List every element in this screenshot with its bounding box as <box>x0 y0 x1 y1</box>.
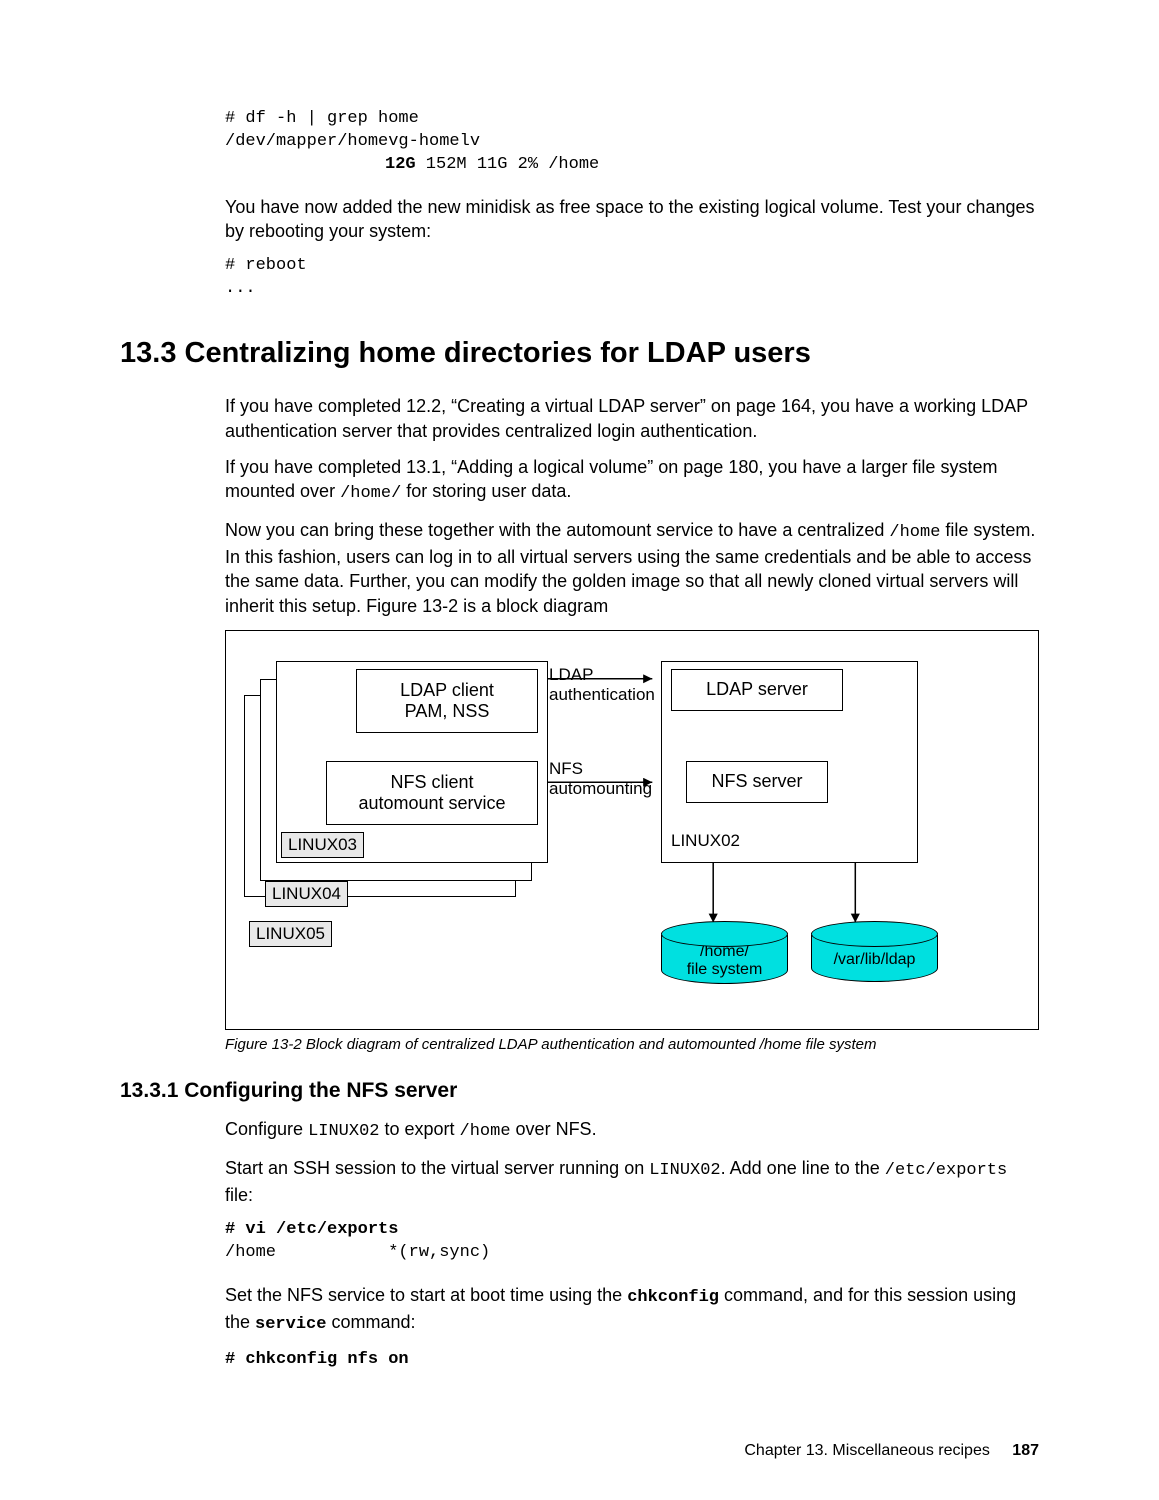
inline-code: LINUX02 <box>308 1122 379 1141</box>
paragraph: Configure LINUX02 to export /home over N… <box>225 1117 1039 1144</box>
code-rest: 152M 11G 2% /home <box>416 155 600 174</box>
inline-code: service <box>255 1315 326 1334</box>
subsection-heading: 13.3.1 Configuring the NFS server <box>120 1079 1039 1103</box>
code-line: # df -h | grep home <box>225 108 1039 131</box>
figure-diagram: LDAP client PAM, NSS NFS client automoun… <box>225 630 1039 1030</box>
paragraph: If you have completed 13.1, “Adding a lo… <box>225 455 1039 506</box>
paragraph: Now you can bring these together with th… <box>225 518 1039 618</box>
code-line: 12G 152M 11G 2% /home <box>225 154 1039 177</box>
paragraph: If you have completed 12.2, “Creating a … <box>225 394 1039 443</box>
inline-code: /home <box>889 523 940 542</box>
text: over NFS. <box>511 1119 597 1139</box>
ldap-server-box: LDAP server <box>671 669 843 711</box>
inline-code: /etc/exports <box>885 1161 1007 1180</box>
label: LDAP server <box>672 679 842 700</box>
cylinder-home: /home/ file system <box>661 921 786 984</box>
code-block-df: # df -h | grep home /dev/mapper/homevg-h… <box>225 108 1039 177</box>
paragraph: Set the NFS service to start at boot tim… <box>225 1283 1039 1337</box>
nfs-client-box: NFS client automount service <box>326 761 538 825</box>
code-bold: 12G <box>385 155 416 174</box>
code-block-exports: # vi /etc/exports /home *(rw,sync) <box>225 1219 1039 1265</box>
page: # df -h | grep home /dev/mapper/homevg-h… <box>0 0 1159 1500</box>
code-line: # chkconfig nfs on <box>225 1349 1039 1372</box>
code-block-reboot: # reboot ... <box>225 255 1039 301</box>
label: NFS <box>549 759 652 779</box>
host-label-linux05: LINUX05 <box>249 921 332 947</box>
edge-label-nfs: NFS automounting <box>549 759 652 799</box>
cylinder-top <box>811 921 938 947</box>
cylinder-top <box>661 921 788 947</box>
paragraph: Start an SSH session to the virtual serv… <box>225 1156 1039 1207</box>
text: Set the NFS service to start at boot tim… <box>225 1285 627 1305</box>
inline-code: /home/ <box>340 484 401 503</box>
figure-caption: Figure 13-2 Block diagram of centralized… <box>225 1036 1039 1053</box>
code-line: # vi /etc/exports <box>225 1219 1039 1242</box>
text: Configure <box>225 1119 308 1139</box>
inline-code: /home <box>460 1122 511 1141</box>
text: file: <box>225 1185 253 1205</box>
label: automount service <box>327 793 537 814</box>
code-block-chkconfig: # chkconfig nfs on <box>225 1349 1039 1372</box>
nfs-server-box: NFS server <box>686 761 828 803</box>
paragraph: You have now added the new minidisk as f… <box>225 195 1039 244</box>
label: automounting <box>549 779 652 799</box>
host-label-linux03: LINUX03 <box>281 832 364 858</box>
page-number: 187 <box>1012 1442 1039 1459</box>
inline-code: LINUX02 <box>649 1161 720 1180</box>
label: PAM, NSS <box>357 701 537 722</box>
code-line: /dev/mapper/homevg-homelv <box>225 131 1039 154</box>
page-footer: Chapter 13. Miscellaneous recipes 187 <box>744 1442 1039 1460</box>
label: /var/lib/ldap <box>834 951 916 969</box>
label: file system <box>687 961 763 979</box>
text: Start an SSH session to the virtual serv… <box>225 1158 649 1178</box>
text: for storing user data. <box>401 481 571 501</box>
code-line: # reboot <box>225 255 1039 278</box>
label: LDAP client <box>357 680 537 701</box>
text: Now you can bring these together with th… <box>225 520 889 540</box>
inline-code: chkconfig <box>627 1288 719 1307</box>
ldap-client-box: LDAP client PAM, NSS <box>356 669 538 733</box>
code-line: ... <box>225 278 1039 301</box>
text: to export <box>379 1119 459 1139</box>
section-heading: 13.3 Centralizing home directories for L… <box>120 337 1039 370</box>
label: authentication <box>549 685 655 705</box>
label: NFS client <box>327 772 537 793</box>
label: LDAP <box>549 665 655 685</box>
code-line: /home *(rw,sync) <box>225 1242 1039 1265</box>
text: command: <box>326 1312 415 1332</box>
text: . Add one line to the <box>721 1158 885 1178</box>
host-label-linux02: LINUX02 <box>671 831 740 851</box>
host-label-linux04: LINUX04 <box>265 881 348 907</box>
edge-label-ldap: LDAP authentication <box>549 665 655 705</box>
chapter-label: Chapter 13. Miscellaneous recipes <box>744 1442 989 1459</box>
cylinder-ldap: /var/lib/ldap <box>811 921 936 982</box>
label: NFS server <box>687 771 827 792</box>
